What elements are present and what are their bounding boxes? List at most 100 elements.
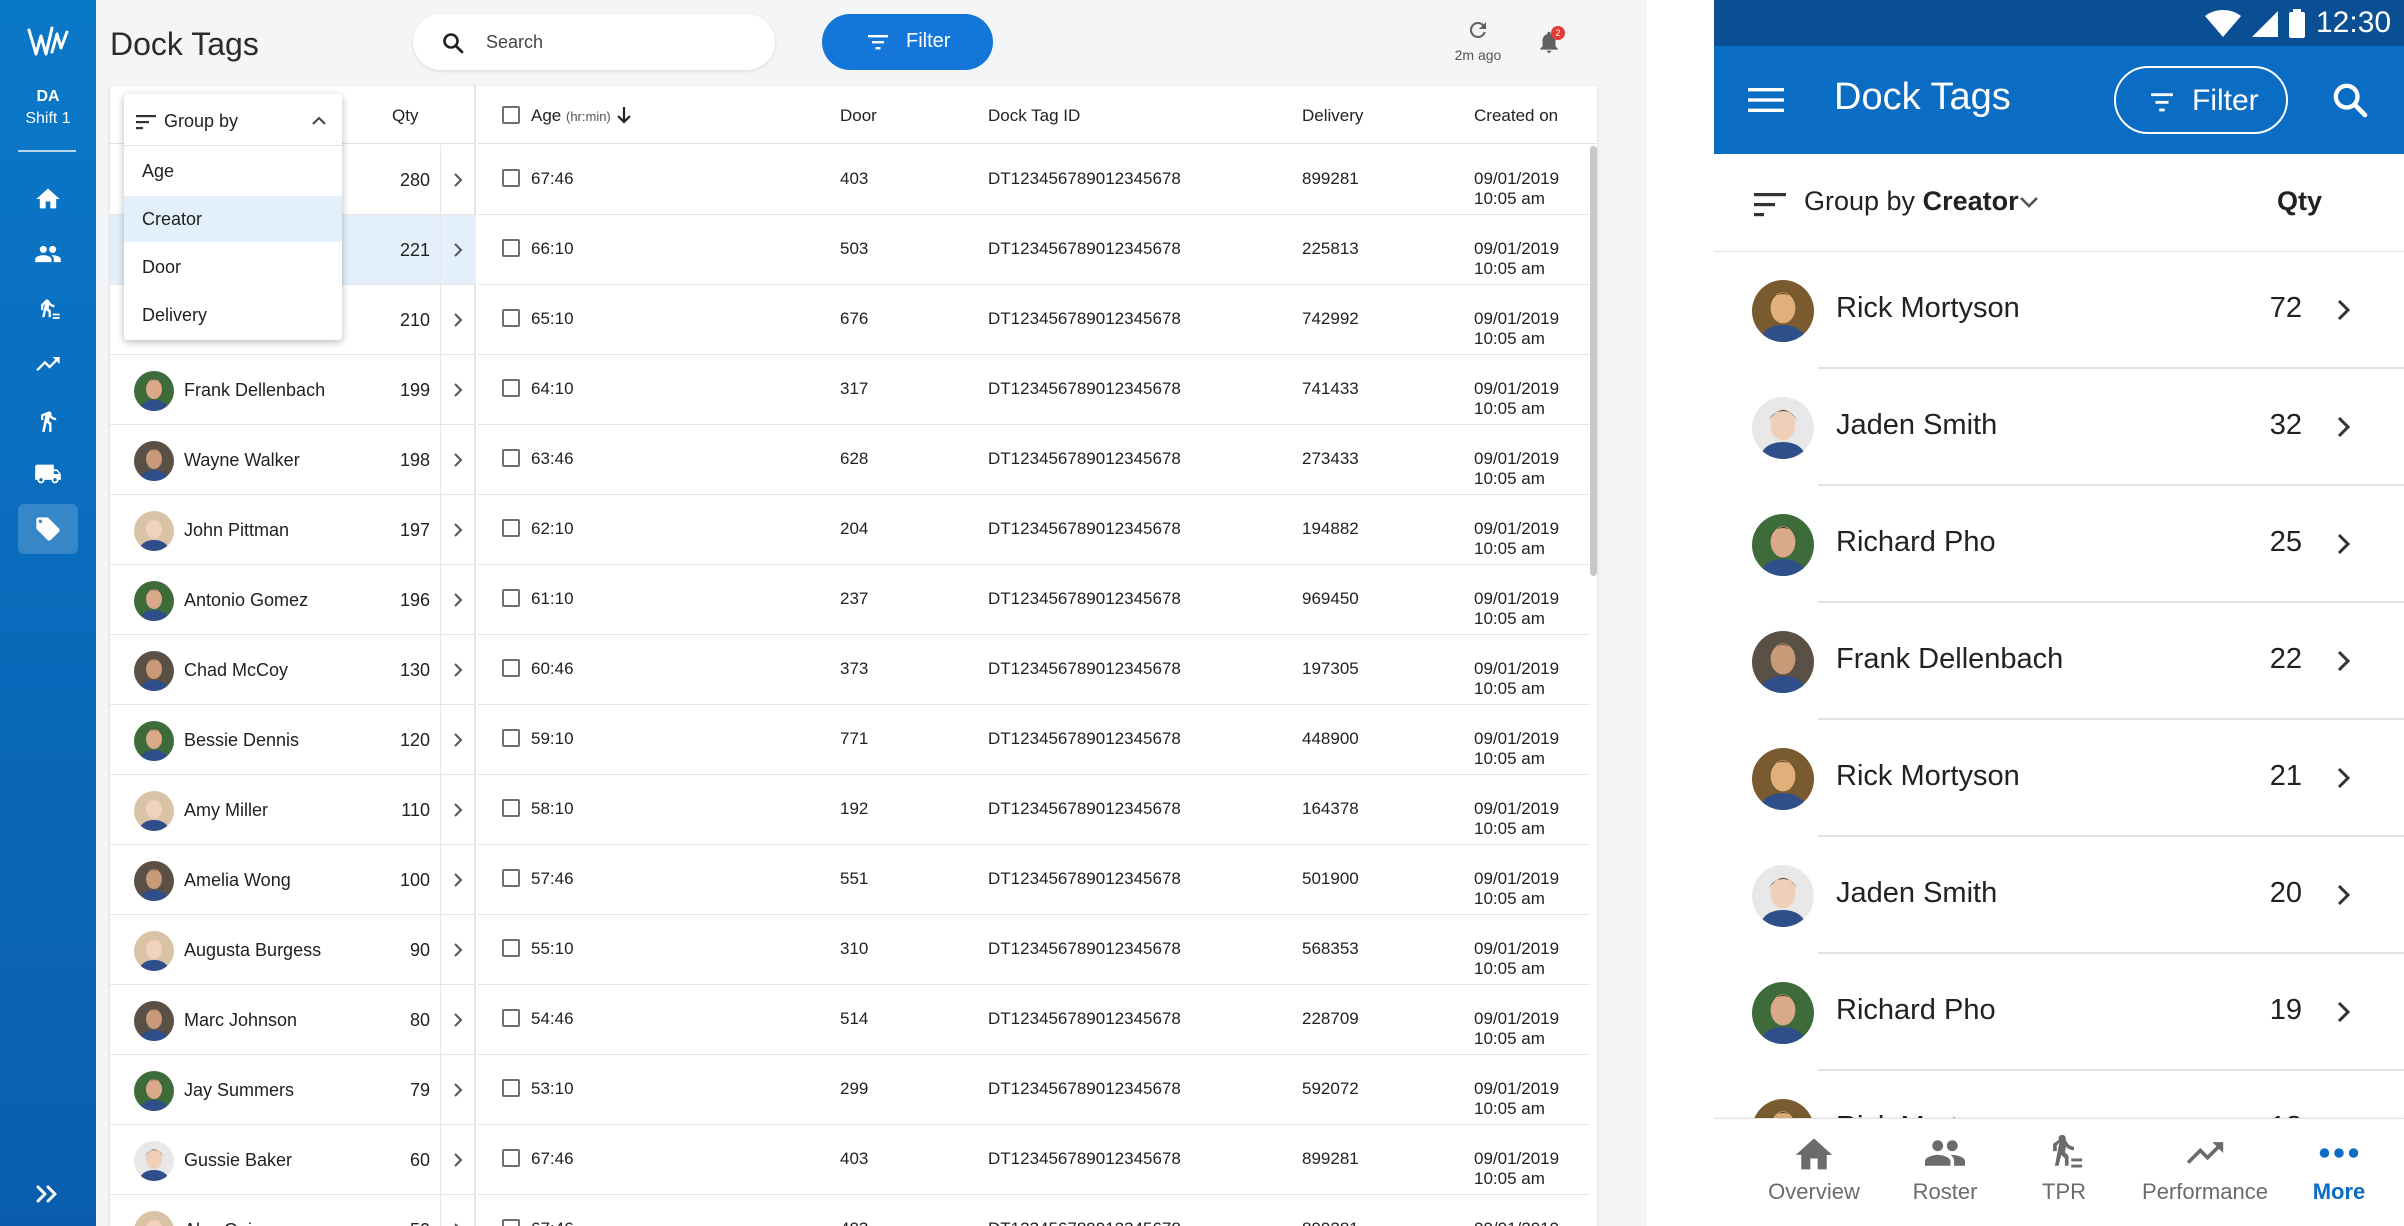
menu-icon[interactable] (1748, 86, 1784, 114)
chevron-right-icon[interactable] (450, 872, 466, 888)
nav-roster[interactable] (18, 229, 78, 279)
chevron-right-icon[interactable] (450, 242, 466, 258)
mobile-list-item[interactable]: Frank Dellenbach 22 (1714, 603, 2404, 720)
nav-dock-tags[interactable] (18, 504, 78, 554)
mobile-list-item[interactable]: Jaden Smith 20 (1714, 837, 2404, 954)
chevron-right-icon[interactable] (450, 592, 466, 608)
row-checkbox[interactable] (502, 729, 520, 747)
row-checkbox[interactable] (502, 1009, 520, 1027)
group-by-dropdown[interactable]: Group by Creator (1804, 186, 2019, 217)
tab-overview[interactable]: Overview (1749, 1133, 1879, 1205)
table-row[interactable]: 61:10 237 DT123456789012345678 969450 09/01/… (478, 565, 1590, 635)
chevron-right-icon[interactable] (450, 452, 466, 468)
group-row[interactable]: Bessie Dennis 120 (110, 705, 476, 775)
created-column-header[interactable]: Created on (1474, 106, 1558, 126)
user-info[interactable]: DA Shift 1 (0, 86, 96, 130)
chevron-right-icon[interactable] (450, 1152, 466, 1168)
chevron-right-icon[interactable] (450, 802, 466, 818)
search-input[interactable]: Search (413, 14, 775, 70)
mobile-list-item[interactable]: Richard Pho 25 (1714, 486, 2404, 603)
table-row[interactable]: 59:10 771 DT123456789012345678 448900 09/01/… (478, 705, 1590, 775)
group-by-toggle[interactable]: Group by (124, 94, 342, 146)
mobile-list-item[interactable]: Rick Mortyson 72 (1714, 252, 2404, 369)
chevron-right-icon[interactable] (450, 522, 466, 538)
delivery-column-header[interactable]: Delivery (1302, 106, 1363, 126)
chevron-right-icon[interactable] (450, 1012, 466, 1028)
chevron-right-icon[interactable] (2334, 298, 2354, 322)
mobile-list-item[interactable]: Rick Mortyson 21 (1714, 720, 2404, 837)
row-checkbox[interactable] (502, 589, 520, 607)
expand-rail-icon[interactable] (30, 1180, 66, 1208)
row-checkbox[interactable] (502, 1079, 520, 1097)
age-column-header[interactable]: Age (hr:min) (531, 106, 632, 126)
refresh-button[interactable]: 2m ago (1448, 18, 1508, 63)
group-row[interactable]: John Pittman 197 (110, 495, 476, 565)
chevron-right-icon[interactable] (2334, 649, 2354, 673)
chevron-right-icon[interactable] (450, 662, 466, 678)
table-row[interactable]: 65:10 676 DT123456789012345678 742992 09/01/… (478, 285, 1590, 355)
chevron-right-icon[interactable] (450, 312, 466, 328)
chevron-down-icon[interactable] (2018, 194, 2040, 210)
table-row[interactable]: 57:46 551 DT123456789012345678 501900 09/01/… (478, 845, 1590, 915)
group-row[interactable]: Jay Summers 79 (110, 1055, 476, 1125)
chevron-right-icon[interactable] (450, 172, 466, 188)
group-option-delivery[interactable]: Delivery (124, 292, 342, 338)
nav-trucks[interactable] (18, 449, 78, 499)
table-row[interactable]: 53:10 299 DT123456789012345678 592072 09/01/… (478, 1055, 1590, 1125)
row-checkbox[interactable] (502, 519, 520, 537)
qty-header[interactable]: Qty (392, 106, 418, 126)
tab-performance[interactable]: Performance (2120, 1133, 2290, 1205)
mobile-filter-button[interactable]: Filter (2114, 66, 2288, 134)
table-row[interactable]: 67:46 403 DT123456789012345678 899281 09/01/… (478, 145, 1590, 215)
group-row[interactable]: Alex Quinn 50 (110, 1195, 476, 1226)
chevron-right-icon[interactable] (450, 1082, 466, 1098)
table-row[interactable]: 62:10 204 DT123456789012345678 194882 09/01/… (478, 495, 1590, 565)
row-checkbox[interactable] (502, 309, 520, 327)
table-scrollbar[interactable] (1590, 146, 1597, 576)
tab-more[interactable]: More (2274, 1133, 2404, 1205)
row-checkbox[interactable] (502, 449, 520, 467)
row-checkbox[interactable] (502, 799, 520, 817)
group-row[interactable]: Amelia Wong 100 (110, 845, 476, 915)
group-row[interactable]: Marc Johnson 80 (110, 985, 476, 1055)
group-row[interactable]: Antonio Gomez 196 (110, 565, 476, 635)
chevron-right-icon[interactable] (450, 942, 466, 958)
door-column-header[interactable]: Door (840, 106, 877, 126)
chevron-right-icon[interactable] (2334, 532, 2354, 556)
table-row[interactable]: 67:46 403 DT123456789012345678 899281 09/01/… (478, 1125, 1590, 1195)
mobile-list-item[interactable]: Richard Pho 19 (1714, 954, 2404, 1071)
table-row[interactable]: 58:10 192 DT123456789012345678 164378 09/01/… (478, 775, 1590, 845)
group-option-creator[interactable]: Creator (124, 196, 342, 242)
tab-tpr[interactable]: TPR (1999, 1133, 2129, 1205)
nav-home[interactable] (18, 174, 78, 224)
group-row[interactable]: Frank Dellenbach 199 (110, 355, 476, 425)
group-row[interactable]: Gussie Baker 60 (110, 1125, 476, 1195)
mobile-list-item[interactable]: Jaden Smith 32 (1714, 369, 2404, 486)
row-checkbox[interactable] (502, 939, 520, 957)
group-option-door[interactable]: Door (124, 244, 342, 290)
row-checkbox[interactable] (502, 1219, 520, 1226)
filter-button[interactable]: Filter (822, 14, 993, 70)
select-all-checkbox[interactable] (502, 106, 520, 124)
chevron-right-icon[interactable] (450, 1222, 466, 1226)
row-checkbox[interactable] (502, 379, 520, 397)
search-icon[interactable] (2330, 80, 2370, 120)
table-row[interactable]: 66:10 503 DT123456789012345678 225813 09/01/… (478, 215, 1590, 285)
row-checkbox[interactable] (502, 169, 520, 187)
group-row[interactable]: Amy Miller 110 (110, 775, 476, 845)
row-checkbox[interactable] (502, 1149, 520, 1167)
chevron-right-icon[interactable] (450, 732, 466, 748)
group-row[interactable]: Wayne Walker 198 (110, 425, 476, 495)
chevron-right-icon[interactable] (2334, 415, 2354, 439)
table-row[interactable]: 55:10 310 DT123456789012345678 568353 09/01/… (478, 915, 1590, 985)
notifications-button[interactable]: 2 (1536, 26, 1565, 58)
nav-tpr[interactable] (18, 284, 78, 334)
chevron-right-icon[interactable] (450, 382, 466, 398)
tab-roster[interactable]: Roster (1880, 1133, 2010, 1205)
chevron-right-icon[interactable] (2334, 883, 2354, 907)
nav-performance[interactable] (18, 339, 78, 389)
tag-id-column-header[interactable]: Dock Tag ID (988, 106, 1080, 126)
table-row[interactable]: 67:46 403 DT123456789012345678 899281 09/01/… (478, 1195, 1590, 1226)
group-row[interactable]: Chad McCoy 130 (110, 635, 476, 705)
chevron-right-icon[interactable] (2334, 766, 2354, 790)
